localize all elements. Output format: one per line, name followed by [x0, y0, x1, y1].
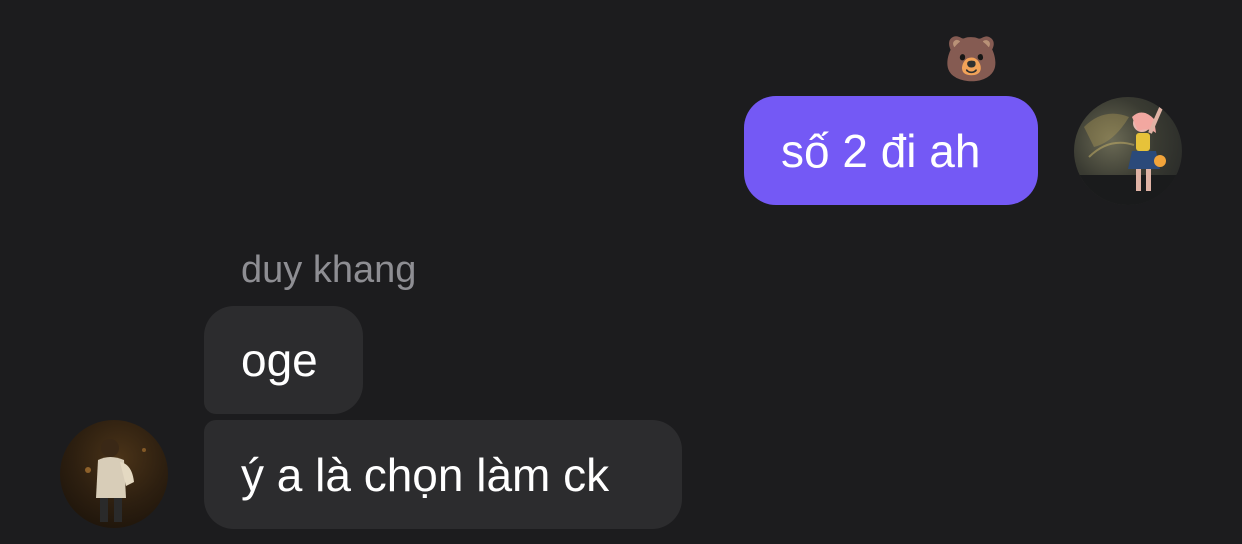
message-text: số 2 đi ah — [781, 124, 981, 177]
message-text: ý a là chọn làm ck — [241, 448, 610, 501]
sender-avatar[interactable] — [60, 420, 168, 528]
message-text: oge — [241, 334, 318, 386]
sender-name: duy khang — [241, 249, 417, 291]
user-avatar-photo-icon — [1074, 100, 1182, 205]
message-reaction[interactable]: 🐻 — [944, 33, 999, 87]
sender-avatar-photo-icon — [85, 439, 146, 522]
chat-thread: 🐻 số 2 đi ah duy khang oge ý a là chọn l… — [0, 0, 1242, 544]
incoming-message-bubble[interactable]: oge — [204, 306, 363, 414]
user-avatar[interactable] — [1074, 97, 1182, 205]
outgoing-message-bubble[interactable]: số 2 đi ah — [744, 96, 1038, 205]
incoming-message-bubble[interactable]: ý a là chọn làm ck — [204, 420, 682, 529]
